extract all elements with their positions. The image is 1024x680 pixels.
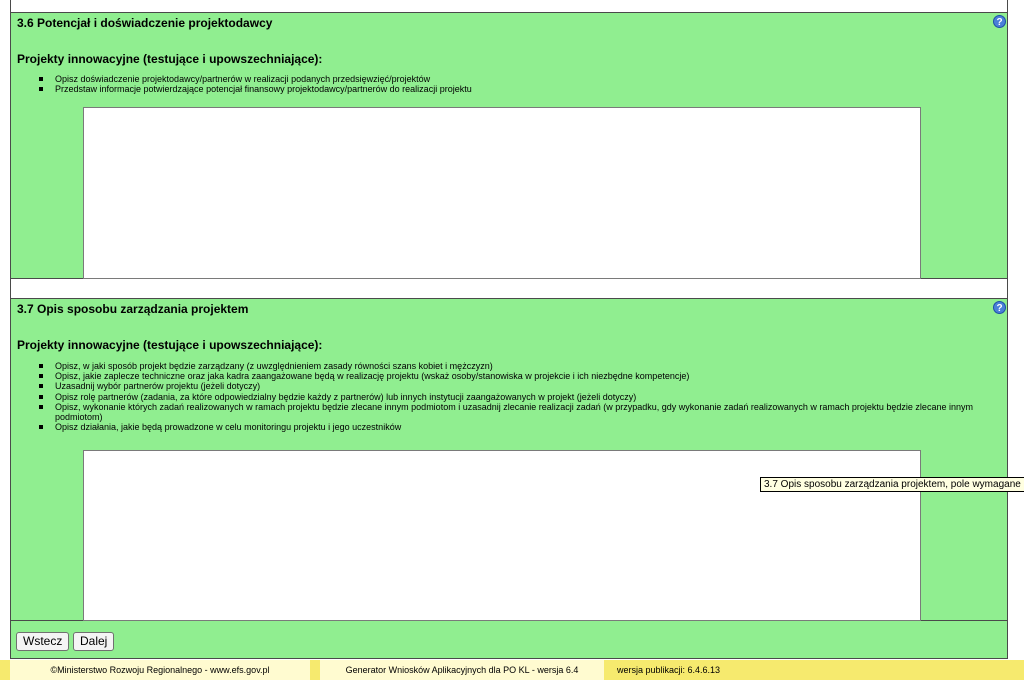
instruction-item: Uzasadnij wybór partnerów projektu (jeże… bbox=[39, 381, 979, 391]
section-3-6-subtitle: Projekty innowacyjne (testujące i upowsz… bbox=[17, 52, 323, 66]
section-3-6-textarea[interactable] bbox=[83, 107, 921, 279]
instruction-item: Opisz, wykonanie których zadań realizowa… bbox=[39, 402, 979, 422]
section-3-6-instructions: Opisz doświadczenie projektodawcy/partne… bbox=[39, 74, 472, 94]
instruction-item: Opisz rolę partnerów (zadania, za które … bbox=[39, 392, 979, 402]
next-button[interactable]: Dalej bbox=[73, 632, 115, 651]
help-icon[interactable]: ? bbox=[993, 301, 1006, 314]
section-3-7: 3.7 Opis sposobu zarządzania projektem ?… bbox=[10, 298, 1008, 621]
back-button[interactable]: Wstecz bbox=[16, 632, 70, 651]
footer-generator: Generator Wniosków Aplikacyjnych dla PO … bbox=[320, 660, 604, 680]
section-3-7-subtitle: Projekty innowacyjne (testujące i upowsz… bbox=[17, 338, 323, 352]
section-3-7-textarea[interactable] bbox=[83, 450, 921, 621]
instruction-item: Opisz działania, jakie będą prowadzone w… bbox=[39, 422, 979, 432]
instruction-item: Opisz, w jaki sposób projekt będzie zarz… bbox=[39, 361, 979, 371]
navigation-bar bbox=[10, 621, 1008, 659]
footer-ministry: ©Ministerstwo Rozwoju Regionalnego - www… bbox=[10, 660, 310, 680]
section-3-6: 3.6 Potencjał i doświadczenie projektoda… bbox=[10, 12, 1008, 279]
help-icon[interactable]: ? bbox=[993, 15, 1006, 28]
instruction-item: Opisz, jakie zaplecze techniczne oraz ja… bbox=[39, 371, 979, 381]
field-tooltip: 3.7 Opis sposobu zarządzania projektem, … bbox=[760, 477, 1024, 492]
instruction-item: Przedstaw informacje potwierdzające pote… bbox=[39, 84, 472, 94]
section-separator bbox=[10, 279, 1008, 298]
footer-version: wersja publikacji: 6.4.6.13 bbox=[617, 665, 721, 675]
instruction-item: Opisz doświadczenie projektodawcy/partne… bbox=[39, 74, 472, 84]
footer: ©Ministerstwo Rozwoju Regionalnego - www… bbox=[0, 660, 1024, 680]
section-3-7-title: 3.7 Opis sposobu zarządzania projektem bbox=[17, 302, 249, 316]
section-3-6-title: 3.6 Potencjał i doświadczenie projektoda… bbox=[17, 16, 273, 30]
section-3-7-instructions: Opisz, w jaki sposób projekt będzie zarz… bbox=[39, 361, 979, 432]
